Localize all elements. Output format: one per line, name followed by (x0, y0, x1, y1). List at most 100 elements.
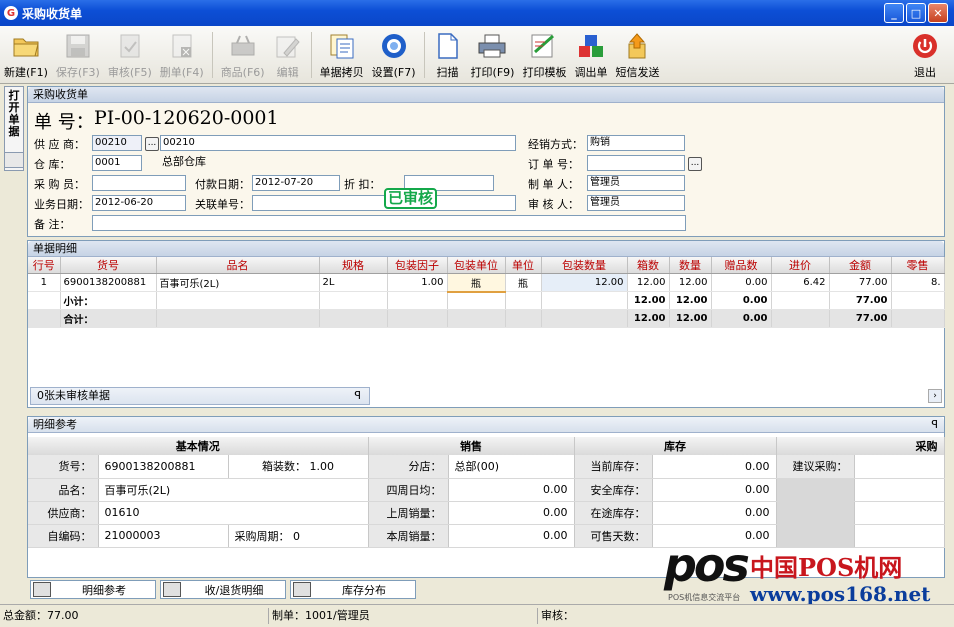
table-cell[interactable]: 6.42 (771, 273, 830, 292)
table-cell[interactable]: 1 (28, 273, 61, 292)
header-panel: 采购收货单 单 号： PI-00-120620-0001 供 应 商： 0021… (27, 86, 945, 237)
table-cell[interactable]: 瓶 (447, 273, 506, 293)
order-label: 订 单 号： (528, 158, 579, 171)
toolbar-button-copy-doc[interactable]: 单据拷贝 (316, 26, 368, 82)
window-title: 采购收货单 (22, 6, 83, 21)
close-button[interactable]: ✕ (928, 3, 948, 23)
toolbar-button-edit[interactable]: 编辑 (269, 26, 307, 82)
toolbar-button-print-template[interactable]: 打印模板 (518, 26, 570, 82)
column-header[interactable]: 单位 (505, 257, 542, 274)
warehouse-code-field[interactable]: 0001 (92, 155, 142, 171)
copy-doc-icon (327, 31, 357, 61)
table-cell[interactable]: 6900138200881 (60, 273, 157, 292)
pin-icon[interactable]: ꟼ (354, 388, 361, 404)
toolbar-button-basket[interactable]: 商品(F6) (217, 26, 269, 82)
maximize-button[interactable]: □ (906, 3, 926, 23)
toolbar-button-save[interactable]: 保存(F3) (52, 26, 104, 82)
supplier-lookup-button[interactable]: ... (145, 137, 159, 151)
watermark-tag: POS机信息交流平台 (668, 593, 741, 602)
mode-field[interactable]: 购销 (587, 135, 685, 151)
title-bar: G 采购收货单 _ □ ✕ (0, 0, 954, 26)
column-header[interactable]: 货号 (60, 257, 157, 274)
remark-label: 备 注： (34, 218, 71, 231)
toolbar-label: 单据拷贝 (319, 66, 364, 79)
remark-field[interactable] (92, 215, 686, 231)
tab-receive-return-detail[interactable]: 收/退货明细 (160, 580, 286, 599)
table-cell[interactable]: 12.00 (627, 273, 670, 292)
summary-cell (771, 291, 830, 310)
paydate-field[interactable]: 2012-07-20 (252, 175, 340, 191)
column-header[interactable]: 数量 (669, 257, 712, 274)
toolbar-button-scan[interactable]: 扫描 (429, 26, 467, 82)
table-cell[interactable]: 12.00 (669, 273, 712, 292)
subtotal-row: 小计： 12.00 12.00 0.00 77.00 (28, 291, 945, 310)
table-cell[interactable]: 1.00 (387, 273, 448, 292)
summary-cell (505, 309, 542, 328)
toolbar-label: 删单(F4) (159, 66, 204, 79)
reference-table: 基本情况 销售 库存 采购 货号： 6900138200881 箱装数： 1.0… (28, 437, 945, 548)
table-cell[interactable]: 2L (319, 273, 388, 292)
table-cell[interactable]: 百事可乐(2L) (156, 273, 320, 292)
toolbar-button-new-folder[interactable]: 新建(F1) (0, 26, 52, 82)
reference-panel-title: 明细参考 ꟼ (28, 417, 944, 433)
column-header[interactable]: 规格 (319, 257, 388, 274)
order-field[interactable] (587, 155, 685, 171)
summary-cell: 77.00 (829, 309, 892, 328)
related-label: 关联单号： (195, 198, 250, 211)
toolbar-label: 打印模板 (522, 66, 567, 79)
toolbar-button-settings[interactable]: 设置(F7) (368, 26, 420, 82)
minimize-button[interactable]: _ (884, 3, 904, 23)
save-icon (63, 31, 93, 61)
cycle: 采购周期： 0 (228, 524, 369, 548)
order-lookup-button[interactable]: ... (688, 157, 702, 171)
total-row: 合计： 12.00 12.00 0.00 77.00 (28, 309, 945, 328)
buyer-field[interactable] (92, 175, 186, 191)
store-label: 分店： (368, 455, 449, 479)
toolbar-button-transfer[interactable]: 调出单 (570, 26, 611, 82)
print-template-icon (529, 31, 559, 61)
warehouse-label: 仓 库： (34, 158, 71, 171)
column-header[interactable]: 包装单位 (447, 257, 506, 274)
toolbar-label: 商品(F6) (220, 66, 265, 79)
column-header[interactable]: 行号 (28, 257, 61, 274)
toolbar-button-delete-doc[interactable]: 删单(F4) (156, 26, 208, 82)
table-cell[interactable]: 12.00 (541, 273, 628, 292)
column-header[interactable]: 零售 (891, 257, 945, 274)
table-row[interactable]: 1 6900138200881 百事可乐(2L) 2L 1.00 瓶瓶 12.00 12.00… (28, 273, 945, 293)
supplier-name-field[interactable]: 00210 (160, 135, 516, 151)
tab-detail-reference[interactable]: 明细参考 (30, 580, 156, 599)
store-value: 总部(00) (448, 455, 575, 479)
bizdate-field[interactable]: 2012-06-20 (92, 195, 186, 211)
pin-icon[interactable]: ꟼ (931, 417, 938, 433)
column-header[interactable]: 品名 (156, 257, 320, 274)
unaudited-docs-bar[interactable]: 0张未审核单据 ꟼ (30, 387, 370, 405)
empty-cell (776, 501, 855, 525)
side-pin-icon[interactable] (4, 152, 24, 168)
column-header[interactable]: 箱数 (627, 257, 670, 274)
scan-icon (433, 31, 463, 61)
audited-stamp: 已审核 (384, 188, 438, 209)
column-header[interactable]: 进价 (771, 257, 830, 274)
column-header[interactable]: 金额 (829, 257, 892, 274)
toolbar-button-sms[interactable]: 短信发送 (611, 26, 663, 82)
power-icon (910, 31, 940, 61)
unaudited-docs-label: 0张未审核单据 (37, 389, 110, 402)
column-header[interactable]: 赠品数 (711, 257, 772, 274)
table-cell[interactable]: 瓶 (505, 273, 542, 292)
buyer-label: 采 购 员： (34, 178, 85, 191)
exit-button[interactable]: 退出 (896, 26, 954, 82)
column-header[interactable]: 包装数量 (541, 257, 628, 274)
reference-title-text: 明细参考 (33, 418, 77, 431)
toolbar-button-printer[interactable]: 打印(F9) (467, 26, 519, 82)
column-header[interactable]: 包装因子 (387, 257, 448, 274)
tab-stock-distribution[interactable]: 库存分布 (290, 580, 416, 599)
summary-cell: 合计： (60, 309, 157, 328)
table-cell[interactable]: 0.00 (711, 273, 772, 292)
scroll-right-button[interactable]: › (928, 389, 942, 403)
status-bar: 总金额：77.00 制单：1001/管理员 审核： (0, 604, 954, 627)
toolbar-button-approve[interactable]: 审核(F5) (104, 26, 156, 82)
table-cell[interactable]: 77.00 (829, 273, 892, 292)
toolbar-separator (211, 32, 213, 78)
table-cell[interactable]: 8. (891, 273, 945, 292)
supplier-code-field[interactable]: 00210 (92, 135, 142, 151)
